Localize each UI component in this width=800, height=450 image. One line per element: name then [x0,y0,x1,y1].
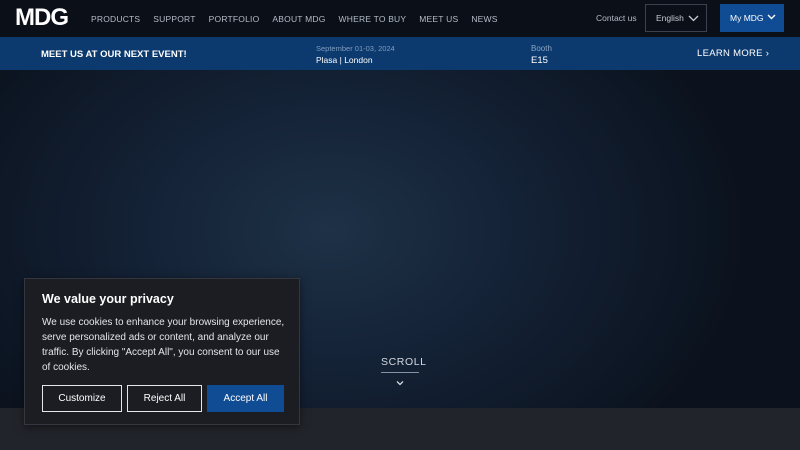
reject-all-button[interactable]: Reject All [127,385,202,412]
my-mdg-label: My MDG [730,13,764,23]
contact-us-link[interactable]: Contact us [596,13,637,23]
cookie-body: We use cookies to enhance your browsing … [42,317,285,373]
mdg-logo[interactable]: MDG [15,6,69,30]
my-mdg-button[interactable]: My MDG [720,4,784,32]
nav-portfolio[interactable]: PORTFOLIO [209,14,260,24]
event-date: September 01-03, 2024 [316,44,395,53]
scroll-underline [381,372,419,373]
nav-where-to-buy[interactable]: WHERE TO BUY [339,14,407,24]
cookie-consent-dialog: We value your privacy We use cookies to … [24,278,300,425]
scroll-down-icon[interactable] [396,380,404,386]
customize-button[interactable]: Customize [42,385,122,412]
nav-support[interactable]: SUPPORT [153,14,195,24]
nav-news[interactable]: NEWS [471,14,497,24]
learn-more-link[interactable]: LEARN MORE › [697,48,769,59]
nav-about-mdg[interactable]: ABOUT MDG [272,14,325,24]
nav-meet-us[interactable]: MEET US [419,14,458,24]
event-location: Plasa | London [316,55,373,65]
language-value: English [656,13,684,23]
cookie-title: We value your privacy [42,292,174,306]
booth-number: E15 [531,55,548,66]
scroll-label[interactable]: SCROLL [381,356,427,368]
accept-all-button[interactable]: Accept All [207,385,284,412]
top-navigation: MDG PRODUCTS SUPPORT PORTFOLIO ABOUT MDG… [0,0,800,37]
chevron-down-icon [767,14,776,20]
nav-products[interactable]: PRODUCTS [91,14,140,24]
language-select[interactable]: English [645,4,707,32]
main-menu: PRODUCTS SUPPORT PORTFOLIO ABOUT MDG WHE… [91,0,511,37]
booth-label: Booth [531,44,552,53]
event-title: MEET US AT OUR NEXT EVENT! [41,49,187,60]
chevron-down-icon [688,15,699,22]
